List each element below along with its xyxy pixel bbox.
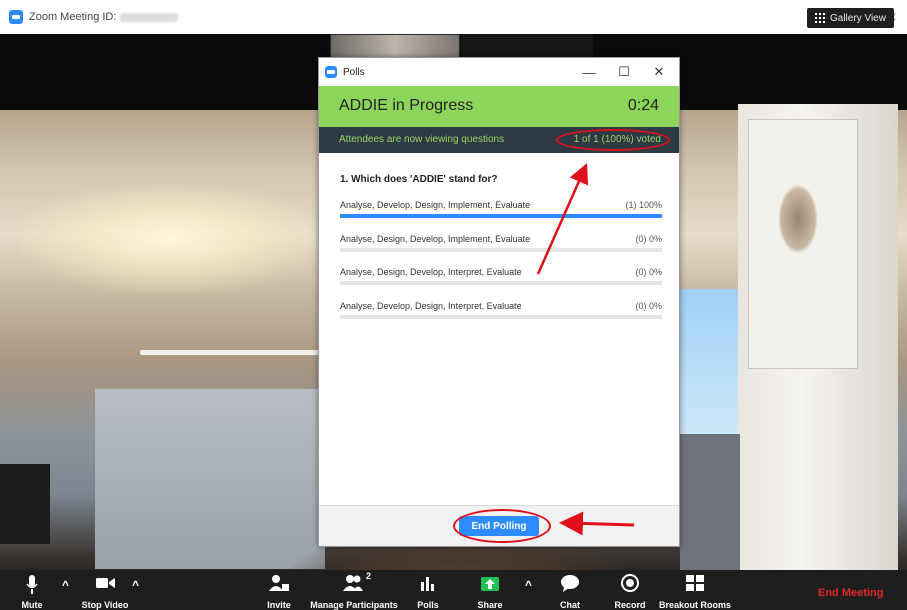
stop-video-button[interactable]: Stop Video [76, 570, 134, 610]
answer-result: (0) 0% [635, 234, 662, 244]
poll-header: ADDIE in Progress 0:24 [319, 86, 679, 127]
chat-button[interactable]: Chat [555, 570, 585, 610]
invite-button[interactable]: Invite [263, 570, 295, 610]
answer-row: Analyse, Design, Develop, Implement, Eva… [340, 234, 662, 256]
answer-bar-fill [340, 214, 662, 218]
share-label: Share [477, 600, 503, 610]
annotation-circle-voted [556, 129, 670, 151]
answer-result: (0) 0% [635, 301, 662, 311]
meeting-toolbar: Mute ^ Stop Video ^ Invite 2 Manage Part… [0, 570, 907, 610]
polls-title-bar: Polls — ☐ ✕ [319, 58, 679, 86]
polls-maximize-button[interactable]: ☐ [609, 58, 639, 86]
invite-label: Invite [267, 600, 291, 610]
participant-count: 2 [366, 571, 372, 581]
answer-text: Analyse, Design, Develop, Interpret, Eva… [340, 267, 522, 277]
chat-bubble-icon [561, 575, 579, 592]
share-screen-icon [481, 577, 499, 591]
chat-label: Chat [560, 600, 580, 610]
polls-close-button[interactable]: ✕ [644, 58, 674, 86]
polls-window: Polls — ☐ ✕ ADDIE in Progress 0:24 Atten… [318, 57, 680, 547]
answer-row: Analyse, Develop, Design, Interpret, Eva… [340, 301, 662, 323]
manage-participants-label: Manage Participants [310, 600, 398, 610]
answer-result: (1) 100% [625, 200, 662, 210]
main-title-bar: Zoom Meeting ID: — ☐ ✕ [0, 0, 907, 34]
record-icon [621, 574, 639, 592]
zoom-app-icon [325, 66, 337, 78]
answer-bar-track [340, 214, 662, 218]
polls-minimize-button[interactable]: — [574, 58, 604, 86]
zoom-app-icon [9, 10, 23, 24]
window-title: Zoom Meeting ID: [29, 11, 117, 23]
polls-footer: End Polling [319, 505, 679, 546]
poll-question: 1. Which does 'ADDIE' stand for? [340, 174, 498, 185]
fullscreen-icon[interactable]: ⛶ [895, 11, 907, 25]
stop-video-label: Stop Video [81, 600, 129, 610]
polls-label: Polls [417, 600, 439, 610]
answer-text: Analyse, Develop, Design, Implement, Eva… [340, 200, 531, 210]
grid-icon [815, 13, 825, 23]
answer-bar-track [340, 248, 662, 252]
answer-row: Analyse, Develop, Design, Implement, Eva… [340, 200, 662, 222]
poll-name: ADDIE in Progress [339, 97, 474, 114]
polls-button[interactable]: Polls [413, 570, 443, 610]
polls-chart-icon [421, 577, 434, 591]
answer-bar-track [340, 281, 662, 285]
breakout-rooms-icon [686, 575, 704, 591]
record-button[interactable]: Record [612, 570, 648, 610]
mute-label: Mute [21, 600, 43, 610]
poll-timer: 0:24 [627, 97, 659, 114]
breakout-rooms-button[interactable]: Breakout Rooms [659, 570, 732, 610]
breakout-rooms-label: Breakout Rooms [659, 600, 732, 610]
participants-icon [343, 575, 363, 591]
share-options-caret[interactable]: ^ [525, 578, 532, 592]
answer-bar-track [340, 315, 662, 319]
polls-window-title: Polls [343, 66, 365, 78]
gallery-view-button[interactable]: Gallery View [807, 8, 894, 28]
video-options-caret[interactable]: ^ [132, 578, 139, 592]
video-camera-icon [96, 578, 115, 588]
annotation-circle-end-polling [453, 509, 551, 543]
audio-options-caret[interactable]: ^ [62, 578, 69, 592]
meeting-id-redacted [120, 12, 179, 22]
invite-user-icon [269, 575, 289, 591]
mute-button[interactable]: Mute [15, 570, 49, 610]
share-button[interactable]: Share [473, 570, 507, 610]
record-label: Record [614, 600, 646, 610]
gallery-view-label: Gallery View [830, 12, 886, 24]
status-message: Attendees are now viewing questions [339, 134, 505, 145]
microphone-icon [26, 575, 38, 594]
answer-result: (0) 0% [635, 267, 662, 277]
end-meeting-button[interactable]: End Meeting [818, 587, 883, 599]
manage-participants-button[interactable]: 2 Manage Participants [304, 570, 404, 610]
answer-text: Analyse, Design, Develop, Implement, Eva… [340, 234, 531, 244]
answer-row: Analyse, Design, Develop, Interpret, Eva… [340, 267, 662, 289]
answer-text: Analyse, Develop, Design, Interpret, Eva… [340, 301, 522, 311]
